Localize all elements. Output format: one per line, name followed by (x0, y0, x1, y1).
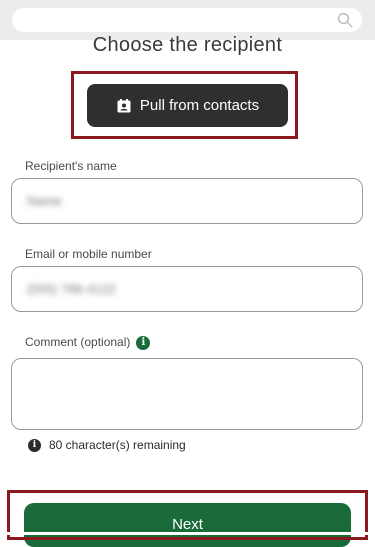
info-icon: i (28, 438, 41, 452)
email-or-mobile-field[interactable]: (555) 786-4122 (11, 266, 363, 312)
character-counter-text: 80 character(s) remaining (49, 438, 186, 452)
contact-card-icon (117, 98, 131, 112)
comment-textarea[interactable] (11, 358, 363, 430)
recipient-name-value: Name (27, 193, 62, 209)
pull-from-contacts-button[interactable]: Pull from contacts (87, 84, 288, 127)
email-or-mobile-value: (555) 786-4122 (27, 281, 116, 297)
recipient-name-label: Recipient's name (25, 159, 117, 173)
comment-label-row: Comment (optional) i (25, 335, 151, 350)
pull-from-contacts-label: Pull from contacts (139, 97, 260, 114)
character-counter: i 80 character(s) remaining (28, 438, 186, 452)
comment-label: Comment (optional) (25, 335, 131, 349)
page-title: Choose the recipient (92, 34, 283, 56)
email-or-mobile-label: Email or mobile number (25, 247, 152, 261)
search-icon[interactable] (336, 11, 354, 29)
info-icon[interactable]: i (136, 335, 151, 350)
search-input[interactable] (12, 8, 362, 32)
recipient-name-field[interactable]: Name (11, 178, 363, 224)
